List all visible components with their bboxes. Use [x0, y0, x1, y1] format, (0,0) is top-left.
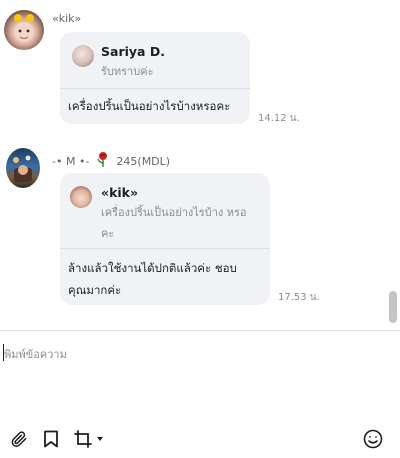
reply-avatar — [72, 45, 94, 67]
message-time: 14.12 น. — [258, 113, 300, 124]
crop-icon[interactable] — [72, 428, 94, 450]
scrollbar-thumb[interactable] — [389, 291, 397, 323]
emoji-icon[interactable] — [362, 428, 384, 450]
reply-quote[interactable]: Sariya D. รับทราบค่ะ — [60, 32, 250, 89]
text-caret — [3, 344, 4, 361]
bookmark-icon[interactable] — [40, 428, 62, 450]
chevron-down-icon[interactable] — [95, 434, 105, 444]
message-bubble[interactable]: «kik» เครื่องปริ้นเป็นอย่างไรบ้าง หรอคะ … — [60, 173, 270, 305]
sender-name-suffix: 245(MDL) — [116, 155, 171, 168]
reply-avatar — [70, 186, 92, 208]
sender-avatar[interactable] — [6, 148, 40, 188]
avatar-photo — [13, 155, 32, 182]
message-bubble[interactable]: Sariya D. รับทราบค่ะ เครื่องปริ้นเป็นอย่… — [60, 32, 250, 124]
reply-text: รับทราบค่ะ — [101, 65, 154, 78]
rose-icon — [95, 151, 111, 167]
message-time: 17.53 น. — [278, 292, 320, 303]
message-input[interactable] — [0, 334, 400, 410]
reply-quote[interactable]: «kik» เครื่องปริ้นเป็นอย่างไรบ้าง หรอคะ — [60, 173, 270, 249]
sender-name: -• M •- 245(MDL) — [52, 151, 170, 168]
avatar-photo — [14, 14, 34, 42]
composer-divider — [0, 330, 400, 331]
sender-name: «kik» — [52, 12, 82, 25]
sender-avatar[interactable] — [4, 10, 44, 50]
paperclip-icon[interactable] — [8, 428, 30, 450]
sender-name-text: -• M •- — [52, 155, 90, 168]
reply-author: Sariya D. — [101, 44, 165, 59]
message-text: เครื่องปริ้นเป็นอย่างไรบ้างหรอคะ — [68, 99, 231, 113]
chat-history: «kik» Sariya D. รับทราบค่ะ เครื่องปริ้นเ… — [0, 0, 400, 330]
message-text: ล้างแล้วใช้งานได้ปกติแล้วค่ะ ชอบคุณมากค่… — [68, 261, 237, 297]
reply-text: เครื่องปริ้นเป็นอย่างไรบ้าง หรอคะ — [101, 206, 247, 240]
reply-author: «kik» — [101, 185, 139, 200]
